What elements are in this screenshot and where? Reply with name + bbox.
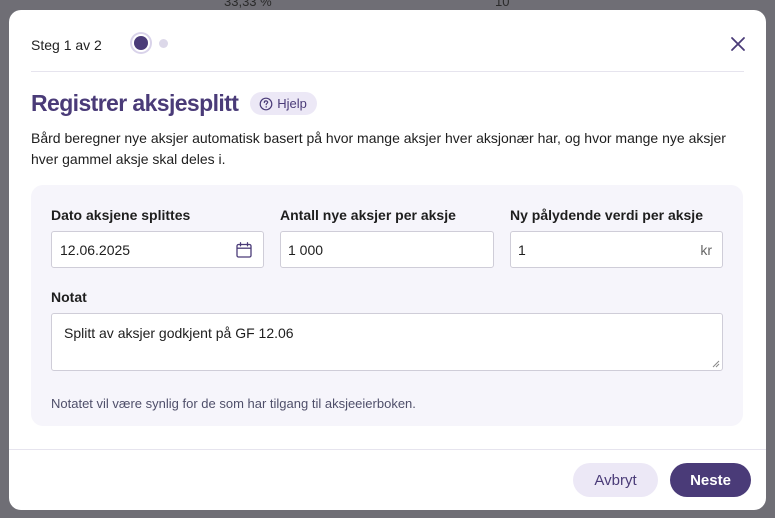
- help-button[interactable]: Hjelp: [250, 92, 317, 115]
- note-textarea[interactable]: Splitt av aksjer godkjent på GF 12.06: [51, 313, 723, 371]
- new-shares-value: 1 000: [288, 241, 324, 258]
- calendar-icon[interactable]: [235, 241, 253, 259]
- note-label: Notat: [51, 289, 87, 305]
- form-panel: Dato aksjene splittes 12.06.2025 Antall …: [31, 185, 743, 426]
- backdrop-value-left: 33,33 %: [224, 0, 272, 9]
- step-dot-active: [134, 36, 148, 50]
- next-button[interactable]: Neste: [670, 463, 751, 497]
- currency-suffix: kr: [700, 242, 712, 258]
- date-input[interactable]: 12.06.2025: [51, 231, 264, 268]
- cancel-button[interactable]: Avbryt: [573, 463, 658, 497]
- close-icon: [731, 37, 745, 51]
- date-field: Dato aksjene splittes 12.06.2025: [51, 207, 264, 268]
- date-value: 12.06.2025: [60, 241, 131, 258]
- note-field: Notat Splitt av aksjer godkjent på GF 12…: [51, 289, 723, 371]
- page-title: Registrer aksjesplitt: [31, 90, 239, 116]
- step-indicator: [134, 36, 168, 50]
- close-button[interactable]: [726, 32, 750, 56]
- description-text: Bård beregner nye aksjer automatisk base…: [31, 130, 726, 167]
- resize-handle-icon[interactable]: [712, 360, 720, 368]
- share-split-dialog: Steg 1 av 2 Registrer aksjesplitt Hjelp …: [9, 10, 766, 510]
- dialog-footer: Avbryt Neste: [9, 449, 766, 511]
- step-dot-inactive: [159, 38, 168, 48]
- note-value: Splitt av aksjer godkjent på GF 12.06: [64, 325, 294, 341]
- new-shares-field: Antall nye aksjer per aksje 1 000: [280, 207, 494, 268]
- date-label: Dato aksjene splittes: [51, 207, 191, 223]
- note-helper-text: Notatet vil være synlig for de som har t…: [51, 396, 416, 411]
- title-row: Registrer aksjesplitt Hjelp: [31, 90, 317, 117]
- new-shares-input[interactable]: 1 000: [280, 231, 494, 268]
- par-value-input[interactable]: 1 kr: [510, 231, 723, 268]
- help-label: Hjelp: [277, 96, 307, 111]
- par-value-field: Ny pålydende verdi per aksje 1 kr: [510, 207, 723, 268]
- dialog-header: Steg 1 av 2: [31, 10, 745, 72]
- new-shares-label: Antall nye aksjer per aksje: [280, 207, 456, 223]
- step-label: Steg 1 av 2: [31, 37, 102, 53]
- par-value-value: 1: [518, 241, 526, 258]
- question-circle-icon: [259, 97, 273, 110]
- backdrop-value-right: 10: [495, 0, 510, 9]
- par-value-label: Ny pålydende verdi per aksje: [510, 207, 703, 223]
